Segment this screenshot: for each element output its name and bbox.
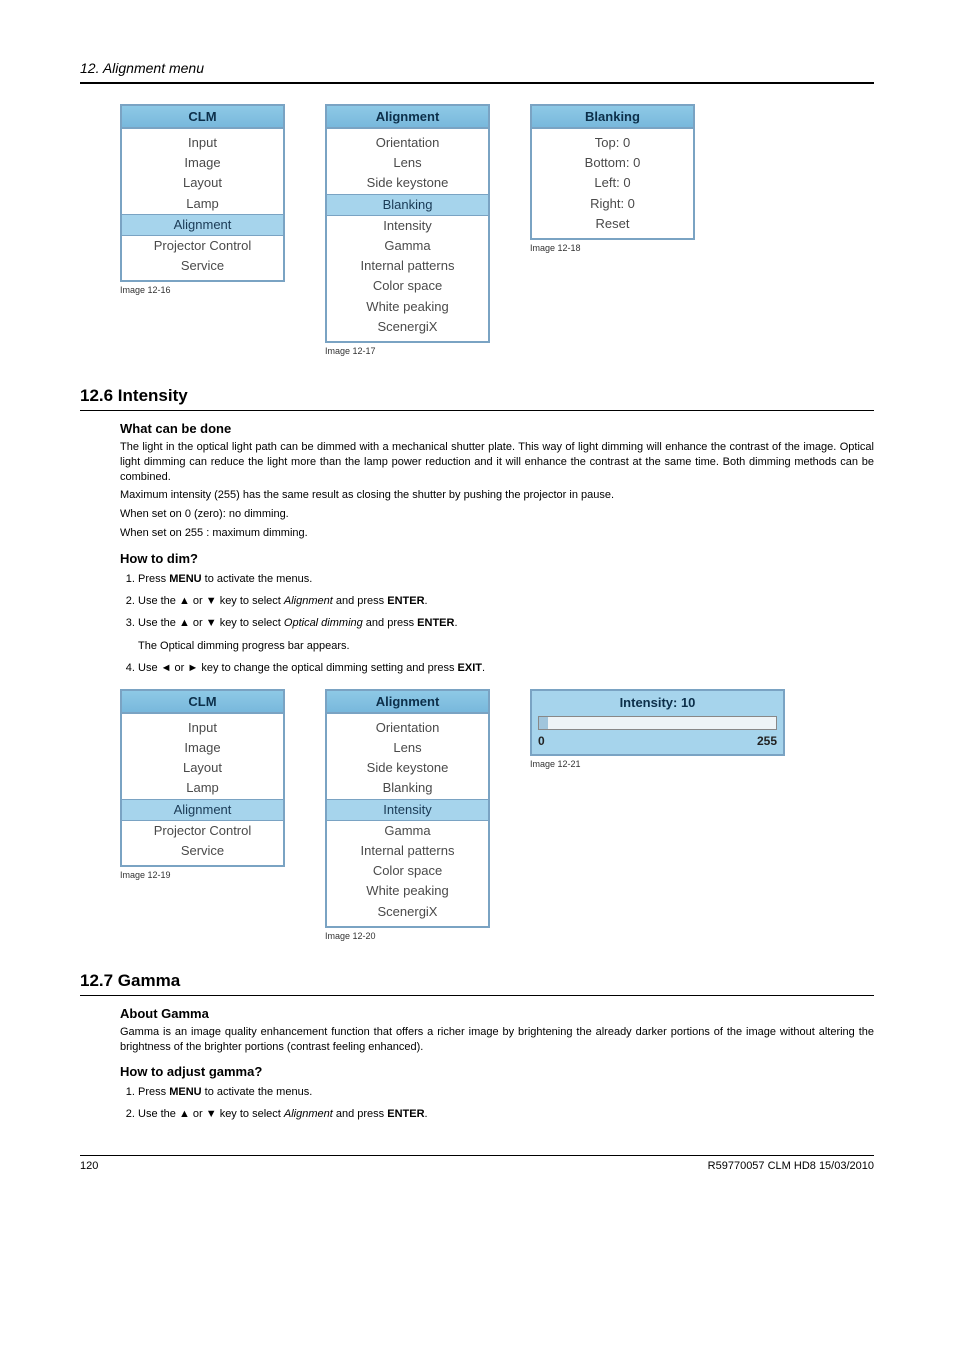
menu-title: Alignment: [327, 691, 488, 714]
footer: 120 R59770057 CLM HD8 15/03/2010: [80, 1160, 874, 1172]
menu-item[interactable]: Blanking: [327, 194, 488, 216]
p-126-2: Maximum intensity (255) has the same res…: [120, 488, 874, 503]
menu-item[interactable]: Input: [122, 133, 283, 153]
p-127-1: Gamma is an image quality enhancement fu…: [120, 1025, 874, 1055]
menu-item[interactable]: Image: [122, 738, 283, 758]
menu-item[interactable]: White peaking: [327, 297, 488, 317]
menu-item[interactable]: White peaking: [327, 881, 488, 901]
alignment-panel-2-wrap: Alignment OrientationLensSide keystoneBla…: [325, 689, 490, 941]
menu-item[interactable]: Intensity: [327, 216, 488, 236]
p-126-1: The light in the optical light path can …: [120, 440, 874, 485]
intensity-max: 255: [757, 734, 777, 748]
blanking-panel-caption: Image 12-18: [530, 243, 695, 253]
clm-panel-1-wrap: CLM InputImageLayoutLampAlignmentProjecto…: [120, 104, 285, 295]
menu-item[interactable]: Lamp: [122, 778, 283, 798]
menu-item[interactable]: Alignment: [122, 214, 283, 236]
page-number: 120: [80, 1160, 98, 1172]
sub-how-to-dim: How to dim?: [120, 551, 874, 566]
menu-item[interactable]: Reset: [532, 214, 693, 234]
blanking-panel-wrap: Blanking Top: 0Bottom: 0Left: 0Right: 0Re…: [530, 104, 695, 253]
menu-item[interactable]: Service: [122, 256, 283, 276]
footer-rule: [80, 1155, 874, 1156]
menu-item[interactable]: ScenergiX: [327, 317, 488, 337]
section-127-heading: 12.7 Gamma: [80, 971, 874, 991]
menu-item[interactable]: Orientation: [327, 133, 488, 153]
alignment-panel-2: Alignment OrientationLensSide keystoneBla…: [325, 689, 490, 928]
menu-item[interactable]: Alignment: [122, 799, 283, 821]
section-126-rule: [80, 410, 874, 411]
menu-item[interactable]: Projector Control: [122, 821, 283, 841]
alignment-panel-1: Alignment OrientationLensSide keystoneBla…: [325, 104, 490, 343]
sub-what-can-be-done: What can be done: [120, 421, 874, 436]
alignment-panel-1-caption: Image 12-17: [325, 346, 490, 356]
menu-item[interactable]: Side keystone: [327, 173, 488, 193]
menu-title: Blanking: [532, 106, 693, 129]
intensity-min: 0: [538, 734, 545, 748]
menu-item[interactable]: Orientation: [327, 718, 488, 738]
menu-item[interactable]: Gamma: [327, 236, 488, 256]
sub-about-gamma: About Gamma: [120, 1006, 874, 1021]
clm-panel-2: CLM InputImageLayoutLampAlignmentProjecto…: [120, 689, 285, 867]
menu-item[interactable]: Side keystone: [327, 758, 488, 778]
chapter-title: 12. Alignment menu: [80, 60, 874, 76]
header-rule: [80, 82, 874, 84]
p-126-4: When set on 255 : maximum dimming.: [120, 526, 874, 541]
clm-panel-2-wrap: CLM InputImageLayoutLampAlignmentProjecto…: [120, 689, 285, 880]
alignment-panel-1-wrap: Alignment OrientationLensSide keystoneBla…: [325, 104, 490, 356]
menu-item[interactable]: Internal patterns: [327, 256, 488, 276]
intensity-slider-bar[interactable]: [538, 716, 777, 730]
intensity-slider-wrap: Intensity: 10 0 255 Image 12-21: [530, 689, 785, 769]
clm-panel-1: CLM InputImageLayoutLampAlignmentProjecto…: [120, 104, 285, 282]
menu-item[interactable]: Right: 0: [532, 194, 693, 214]
intensity-slider-title: Intensity: 10: [538, 695, 777, 716]
step-126-3: Use the ▲ or ▼ key to select Optical dim…: [138, 614, 874, 658]
menu-item[interactable]: Gamma: [327, 821, 488, 841]
menu-title: CLM: [122, 691, 283, 714]
menu-item[interactable]: Lamp: [122, 194, 283, 214]
alignment-panel-2-caption: Image 12-20: [325, 931, 490, 941]
step-127-1: Press MENU to activate the menus.: [138, 1083, 874, 1103]
step-126-2: Use the ▲ or ▼ key to select Alignment a…: [138, 592, 874, 612]
menu-item[interactable]: Image: [122, 153, 283, 173]
section-127-rule: [80, 995, 874, 996]
menu-item[interactable]: Bottom: 0: [532, 153, 693, 173]
steps-127: Press MENU to activate the menus. Use th…: [120, 1083, 874, 1125]
menu-item[interactable]: Intensity: [327, 799, 488, 821]
steps-126: Press MENU to activate the menus. Use th…: [120, 570, 874, 679]
menu-item[interactable]: Internal patterns: [327, 841, 488, 861]
menu-item[interactable]: Projector Control: [122, 236, 283, 256]
menu-item[interactable]: ScenergiX: [327, 902, 488, 922]
sub-how-to-adjust-gamma: How to adjust gamma?: [120, 1064, 874, 1079]
clm-panel-1-caption: Image 12-16: [120, 285, 285, 295]
intensity-slider-labels: 0 255: [538, 734, 777, 748]
menu-item[interactable]: Color space: [327, 861, 488, 881]
intensity-slider-fill: [539, 717, 548, 729]
step-126-4: Use ◄ or ► key to change the optical dim…: [138, 659, 874, 679]
menu-item[interactable]: Color space: [327, 276, 488, 296]
menu-item[interactable]: Layout: [122, 173, 283, 193]
menu-item[interactable]: Top: 0: [532, 133, 693, 153]
step-126-1: Press MENU to activate the menus.: [138, 570, 874, 590]
menu-item[interactable]: Service: [122, 841, 283, 861]
menu-item[interactable]: Lens: [327, 738, 488, 758]
menu-title: Alignment: [327, 106, 488, 129]
menu-item[interactable]: Left: 0: [532, 173, 693, 193]
intensity-slider-caption: Image 12-21: [530, 759, 785, 769]
menu-item[interactable]: Layout: [122, 758, 283, 778]
section-126-heading: 12.6 Intensity: [80, 386, 874, 406]
menu-item[interactable]: Blanking: [327, 778, 488, 798]
menu-item[interactable]: Input: [122, 718, 283, 738]
menu-row-2: CLMInputImageLayoutLampAlignmentProjecto…: [120, 689, 874, 941]
step-127-2: Use the ▲ or ▼ key to select Alignment a…: [138, 1105, 874, 1125]
menu-item[interactable]: Lens: [327, 153, 488, 173]
menu-title: CLM: [122, 106, 283, 129]
blanking-panel: Blanking Top: 0Bottom: 0Left: 0Right: 0Re…: [530, 104, 695, 240]
menu-row-1: CLMInputImageLayoutLampAlignmentProjecto…: [120, 104, 874, 356]
p-126-3: When set on 0 (zero): no dimming.: [120, 507, 874, 522]
intensity-slider-panel: Intensity: 10 0 255: [530, 689, 785, 756]
clm-panel-2-caption: Image 12-19: [120, 870, 285, 880]
doc-id: R59770057 CLM HD8 15/03/2010: [708, 1160, 874, 1172]
